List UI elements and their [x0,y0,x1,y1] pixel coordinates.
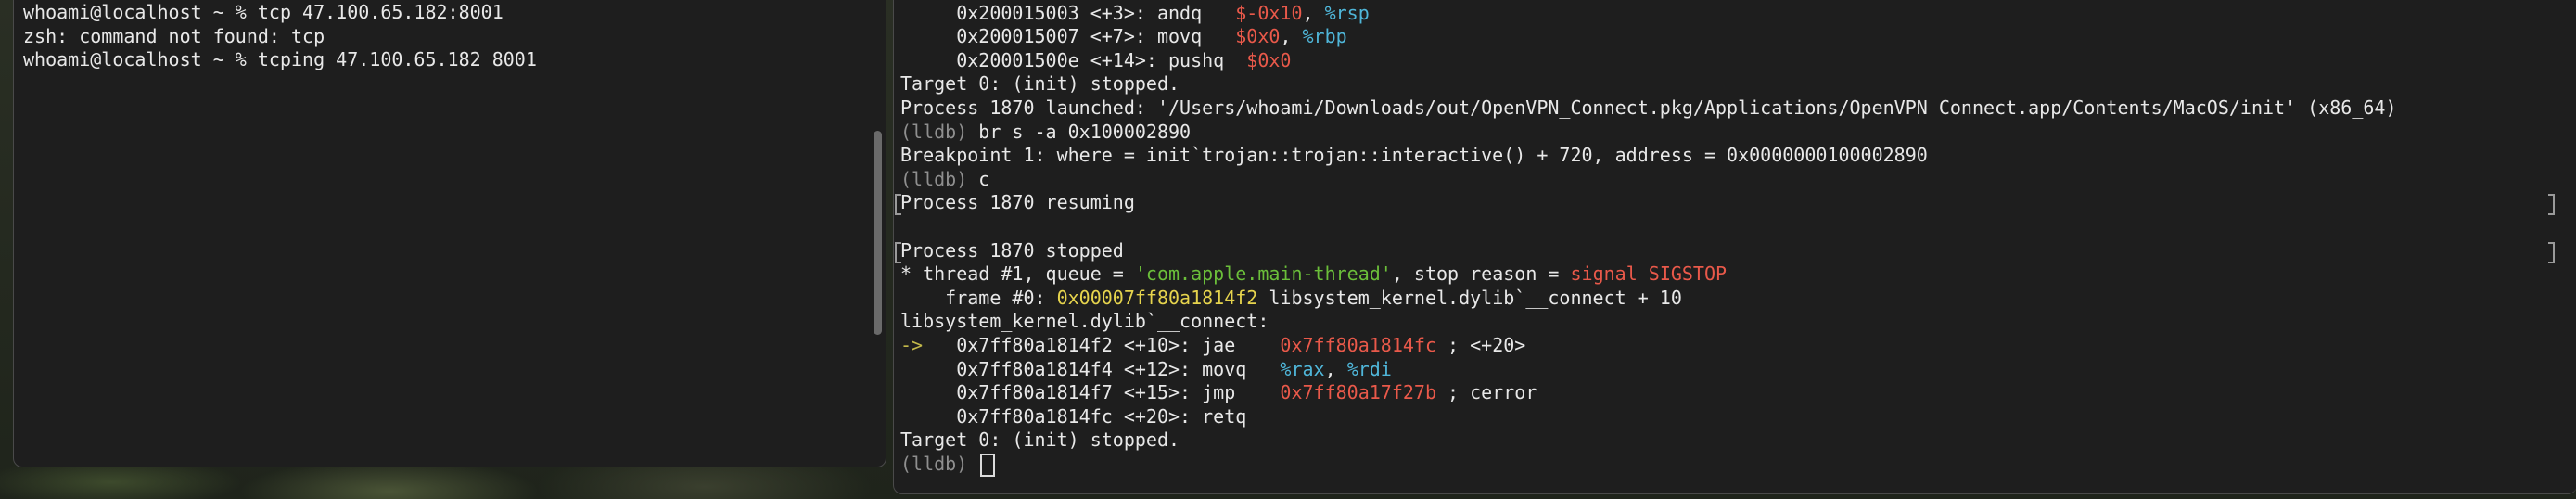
pc-arrow [900,405,945,428]
output-marker [895,194,901,216]
output-marker [895,241,901,263]
text-span: libsystem_kernel.dylib`__connect: [900,310,1269,333]
status-line: Target 0: (init) stopped. [894,72,2576,96]
lldb-command: br s -a 0x100002890 [967,120,1192,143]
asm-address: 0x7ff80a1814f7 <+15>: [945,381,1203,404]
text-span: frame #0: [900,286,1057,309]
pc-arrow [900,25,945,47]
status-line: Process 1870 resuming [894,191,2576,216]
lldb-command-line: (lldb) br s -a 0x100002890 [894,121,2576,145]
lldb-prompt: (lldb) [900,120,968,143]
asm-operand: %rsp [1324,1,1370,24]
asm-mnemonic: retq [1202,404,1281,428]
terminal-output-left[interactable]: whoami@localhost ~ % tcp 47.100.65.182:8… [14,1,886,467]
asm-operand: $-0x10 [1235,1,1303,24]
asm-instruction-line: 0x7ff80a1814fc <+20>: retq [894,405,2576,429]
terminal-line: zsh: command not found: tcp [23,24,325,47]
lldb-prompt: (lldb) [900,452,968,475]
asm-mnemonic: movq [1156,25,1236,48]
scrollbar-thumb-left[interactable] [874,131,882,335]
asm-operand: %rdi [1346,357,1392,380]
asm-address: 0x7ff80a1814fc <+20>: [945,404,1203,428]
text-span: * thread #1, queue = [900,262,1135,286]
asm-address: 0x200015007 <+7>: [945,25,1157,48]
text-span: , stop reason = [1391,262,1571,286]
frame-address: 0x00007ff80a1814f2 [1056,286,1258,309]
text-span: Breakpoint 1: where = init`trojan::troja… [900,144,1928,167]
asm-separator: , [1324,357,1347,380]
lldb-command-line: (lldb) c [894,168,2576,192]
pc-arrow [900,358,945,380]
asm-operand: %rax [1280,357,1325,380]
thread-line: * thread #1, queue = 'com.apple.main-thr… [894,262,2576,287]
asm-mnemonic: pushq [1168,48,1247,71]
pc-arrow: -> [900,333,946,356]
asm-operand: %rbp [1302,25,1347,48]
pc-arrow [900,381,945,403]
asm-operand: $0x0 [1235,25,1281,48]
asm-operand: 0x7ff80a1814fc [1280,333,1436,356]
asm-separator: , [1280,25,1303,48]
asm-instruction-line: 0x7ff80a1814f7 <+15>: jmp 0x7ff80a17f27b… [894,381,2576,405]
asm-address: 0x200015003 <+3>: [945,1,1157,24]
lldb-output[interactable]: -> 0x200015000 <+0>: movq %rsp, %rdi 0x2… [894,0,2576,493]
asm-mnemonic: jmp [1202,381,1281,404]
asm-instruction-line: 0x200015003 <+3>: andq $-0x10, %rsp [894,2,2576,26]
asm-address: 0x7ff80a1814f2 <+10>: [945,333,1203,356]
terminal-line: whoami@localhost ~ % tcping 47.100.65.18… [23,48,537,71]
status-line: Process 1870 stopped [894,239,2576,263]
asm-instruction-line: 0x200015007 <+7>: movq $0x0, %rbp [894,25,2576,49]
asm-address: 0x7ff80a1814f4 <+12>: [945,357,1203,380]
scrollbar-left[interactable] [869,1,886,467]
text-span: Target 0: (init) stopped. [900,429,1180,452]
breakpoint-line: Breakpoint 1: where = init`trojan::troja… [894,144,2576,168]
terminal-window-right[interactable]: -> 0x200015000 <+0>: movq %rsp, %rdi 0x2… [893,0,2576,494]
text-cursor[interactable] [980,453,996,477]
asm-operand: 0x7ff80a17f27b [1280,381,1436,404]
text-span: libsystem_kernel.dylib`__connect + 10 [1257,286,1682,309]
lldb-prompt: (lldb) [900,167,968,190]
text-span: Target 0: (init) stopped. [900,72,1180,96]
asm-operand: $0x0 [1246,48,1292,71]
text-span: Process 1870 launched: '/Users/whoami/Do… [900,96,2397,119]
asm-separator: ; [1436,381,1471,404]
output-marker [2548,241,2555,263]
asm-mnemonic: andq [1156,1,1236,24]
frame-line: frame #0: 0x00007ff80a1814f2 libsystem_k… [894,287,2576,311]
asm-instruction-line: -> 0x7ff80a1814f2 <+10>: jae 0x7ff80a181… [894,334,2576,358]
pc-arrow [900,2,945,24]
asm-operand: <+20> [1470,333,1526,356]
asm-operand: cerror [1470,381,1537,404]
lldb-input-line: (lldb) [894,453,2576,477]
output-marker [2548,194,2555,216]
text-span: Process 1870 stopped [900,238,1124,262]
terminal-window-left[interactable]: whoami@localhost ~ % tcp 47.100.65.182:8… [13,0,886,467]
text-span: Process 1870 resuming [900,191,1135,214]
stop-reason: signal SIGSTOP [1570,262,1728,286]
pc-arrow [900,49,945,71]
asm-mnemonic: jae [1202,333,1281,356]
asm-instruction-line: 0x7ff80a1814f4 <+12>: movq %rax, %rdi [894,358,2576,382]
status-line: Target 0: (init) stopped. [894,429,2576,453]
function-label-line: libsystem_kernel.dylib`__connect: [894,310,2576,334]
asm-instruction-line: 0x20001500e <+14>: pushq $0x0 [894,49,2576,73]
lldb-command: c [967,167,990,190]
thread-queue: 'com.apple.main-thread' [1134,262,1392,286]
terminal-line: whoami@localhost ~ % tcp 47.100.65.182:8… [23,1,504,23]
asm-separator: , [1302,1,1325,24]
process-launched-line: Process 1870 launched: '/Users/whoami/Do… [894,96,2576,121]
asm-address: 0x20001500e <+14>: [945,48,1168,71]
asm-mnemonic: movq [1202,357,1281,380]
asm-separator: ; [1436,333,1471,356]
